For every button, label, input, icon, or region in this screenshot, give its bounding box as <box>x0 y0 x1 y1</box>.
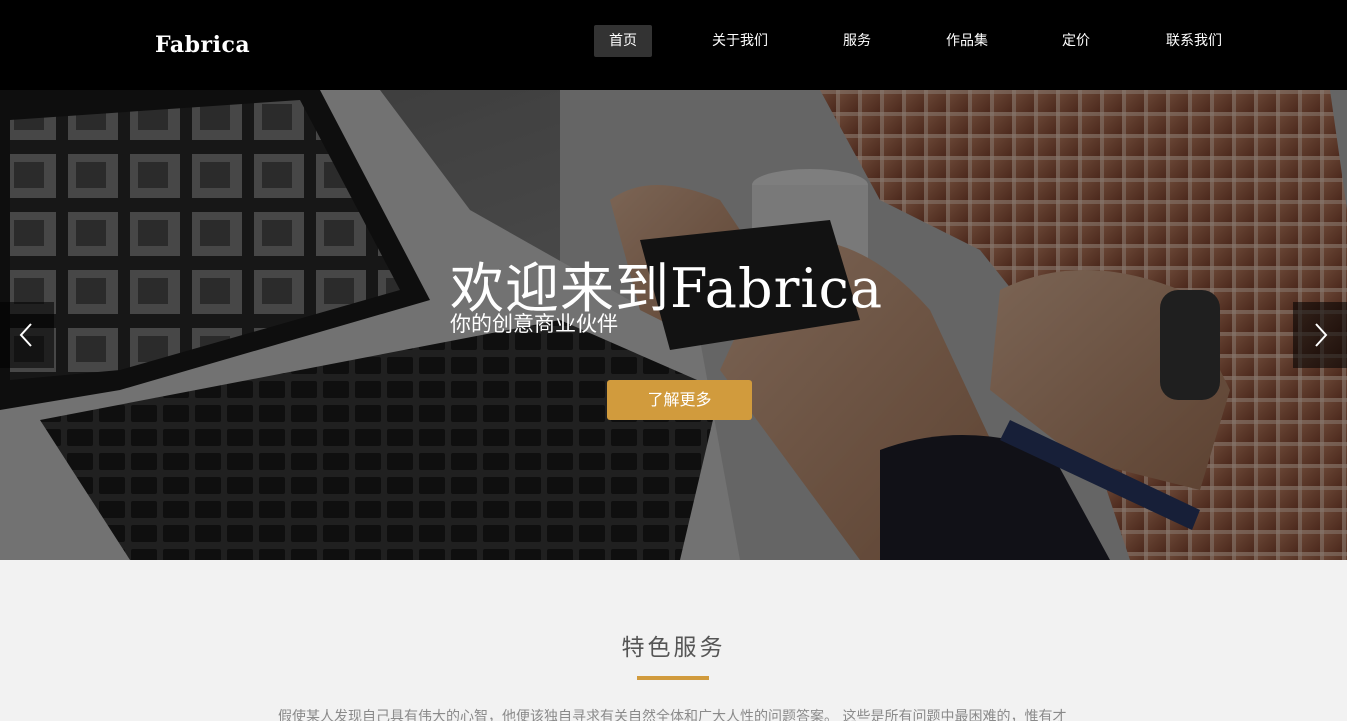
carousel-next-button[interactable] <box>1293 302 1347 368</box>
section-title: 特色服务 <box>621 635 726 661</box>
nav-item-about[interactable]: 关于我们 <box>697 25 783 57</box>
chevron-left-icon <box>19 323 32 347</box>
learn-more-button[interactable]: 了解更多 <box>607 380 752 420</box>
site-logo[interactable]: Fabrica <box>155 32 250 58</box>
nav-item-portfolio[interactable]: 作品集 <box>932 25 1002 57</box>
title-underline <box>637 676 709 680</box>
nav-item-services[interactable]: 服务 <box>830 25 884 57</box>
nav-item-pricing[interactable]: 定价 <box>1050 25 1102 57</box>
section-description: 假使某人发现自己具有伟大的心智，他便该独自寻求有关自然全体和广大人性的问题答案。… <box>278 709 1067 721</box>
site-header: Fabrica 首页 关于我们 服务 作品集 定价 联系我们 <box>0 0 1347 90</box>
hero-carousel: 欢迎来到Fabrica 你的创意商业伙伴 了解更多 <box>0 90 1347 560</box>
featured-services-section: 特色服务 假使某人发现自己具有伟大的心智，他便该独自寻求有关自然全体和广大人性的… <box>0 560 1347 721</box>
nav-item-contact[interactable]: 联系我们 <box>1154 25 1234 57</box>
carousel-prev-button[interactable] <box>0 302 54 368</box>
chevron-right-icon <box>1315 323 1328 347</box>
hero-subtitle: 你的创意商业伙伴 <box>450 312 618 336</box>
hero-overlay <box>0 90 1347 560</box>
nav-item-home[interactable]: 首页 <box>594 25 652 57</box>
